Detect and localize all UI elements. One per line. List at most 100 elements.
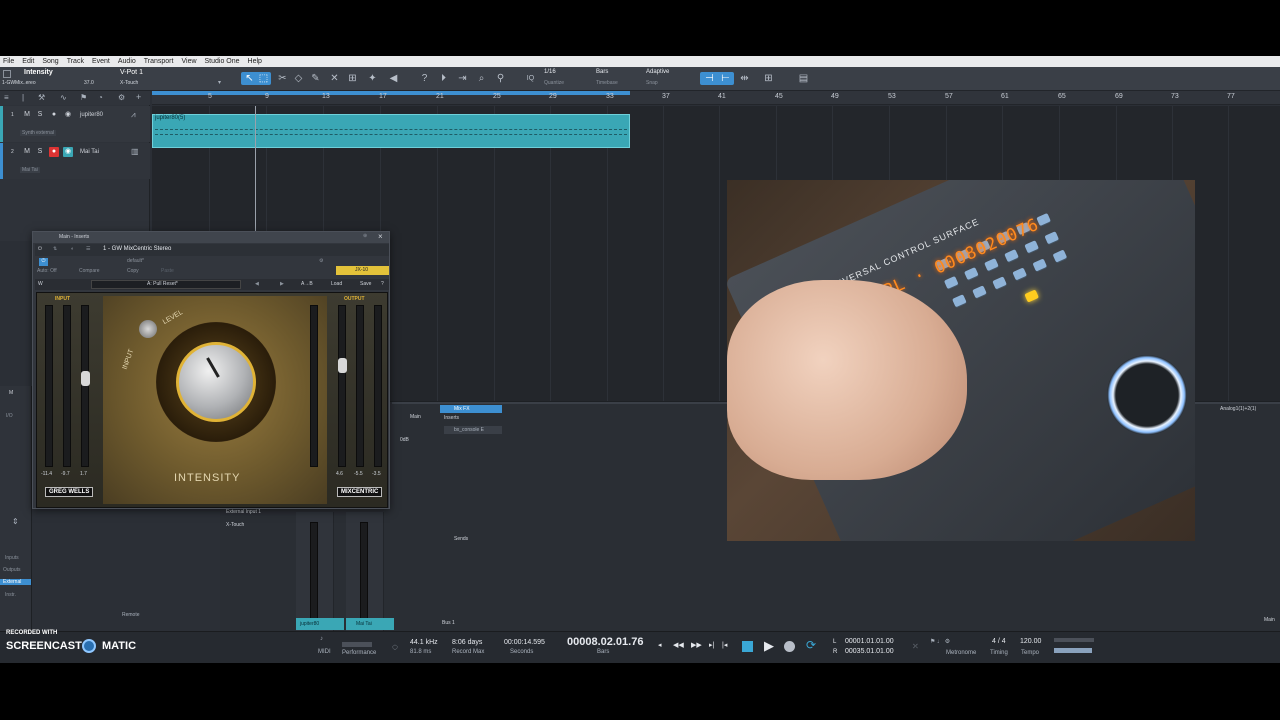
tempo-value[interactable]: 120.00 [1020,638,1041,645]
bend-tool-icon[interactable]: ⊞ [346,72,359,85]
pin-icon[interactable]: ⊕ [363,233,367,239]
gear-icon[interactable]: ⚙ [319,258,323,264]
track-name[interactable]: Mai Tai [80,149,99,155]
menu-audio[interactable]: Audio [118,58,136,65]
list-icon[interactable]: ☰ [86,246,90,252]
remote-button[interactable]: Remote [122,612,140,618]
route-icon[interactable]: ⇅ [53,246,57,252]
monitor-button[interactable]: ◉ [63,110,73,120]
sidebar-item-inputs[interactable]: Inputs [5,555,19,561]
chevron-down-icon[interactable]: ▾ [218,79,221,86]
zoom-icon[interactable]: ⌕ [475,72,488,85]
menu-studio-one[interactable]: Studio One [205,58,240,65]
menu-file[interactable]: File [3,58,14,65]
loop-end[interactable]: 00035.01.01.00 [845,648,894,655]
volume-slider[interactable] [1054,648,1092,653]
automation-mode[interactable]: Auto: Off [37,268,57,274]
track-name[interactable]: jupiter80 [80,112,103,118]
grid-icon[interactable]: ⊞ [762,72,775,85]
load-button[interactable]: Load [331,281,342,287]
add-track-icon[interactable]: + [136,92,141,102]
flag-icon[interactable]: ⚑ [80,93,87,102]
timebase-value[interactable]: Bars [596,69,608,75]
insert-name[interactable]: 1 - GW MixCentric Stereo [103,246,171,252]
loop-right-icon[interactable]: ⊢ [719,72,732,85]
gear-icon[interactable]: ⚙ [118,93,125,102]
quantize-value[interactable]: 1/16 [544,69,556,75]
timeline-ruler[interactable]: 5 9 13 17 21 25 29 33 37 41 45 49 53 57 … [152,91,1280,105]
sidebar-item-instruments[interactable]: Instr. [5,592,16,598]
pencil-tool-icon[interactable]: ✎ [309,72,322,85]
fast-forward-icon[interactable]: ▶▶ [691,641,702,649]
mute-button[interactable]: M [22,110,32,120]
prev-preset-icon[interactable]: ◀ [255,281,259,287]
paste-button[interactable]: Paste [161,268,174,274]
next-preset-icon[interactable]: ▶ [280,281,284,287]
stop-button[interactable] [742,641,753,652]
clock-icon[interactable]: ◔ [98,93,103,102]
menu-view[interactable]: View [181,58,196,65]
rewind-icon[interactable]: ◀◀ [673,641,684,649]
channel-name-plate[interactable]: Mai Tai [346,618,394,630]
channel-name-plate[interactable]: jupiter80 [296,618,344,630]
rewind-start-icon[interactable]: ◂ [658,641,662,649]
help-icon[interactable]: ? [418,72,431,85]
position-display[interactable]: 00008.02.01.76 [567,636,643,648]
precount-icon[interactable]: ⤫ [913,644,918,651]
mixfx-tab[interactable]: Mix FX [440,405,502,413]
close-icon[interactable]: × [378,232,383,241]
help-button[interactable]: ? [381,281,384,287]
sidebar-item-outputs[interactable]: Outputs [3,567,21,573]
plugin-titlebar[interactable]: Main - Inserts ⊕ × [33,232,389,243]
cursor-bar-icon[interactable]: | [22,93,24,102]
level-knob[interactable] [139,320,157,338]
playhead[interactable] [255,106,256,236]
layout-icon[interactable]: ▤ [797,72,810,85]
loop-left-icon[interactable]: ⊣ [703,72,716,85]
expand-icon[interactable]: ⇕ [12,517,19,526]
input-fader[interactable] [81,371,90,386]
listen-tool-icon[interactable]: ✦ [366,72,379,85]
output-fader[interactable] [338,358,347,373]
mic-icon[interactable]: ⚲ [494,72,507,85]
track-row[interactable]: 2 M S ● ◉ Mai Tai ▥ Mai Tai [0,143,150,179]
record-arm-button[interactable]: ● [49,147,59,157]
metronome-icon[interactable]: ⚑ ♩ ⚙ [930,638,950,645]
play-button[interactable]: ▶ [764,638,774,654]
sidebar-item-external[interactable]: External [0,579,31,585]
track-row[interactable]: 1 M S ● ◉ jupiter80 ⩘ Synth external [0,106,150,142]
snap-value[interactable]: Adaptive [646,69,669,75]
intensity-knob[interactable] [176,342,256,422]
monitor-button[interactable]: ◉ [63,147,73,157]
iq-icon[interactable]: IQ [524,72,537,85]
menu-help[interactable]: Help [248,58,262,65]
audio-clip[interactable]: jupiter80(5) [152,114,630,148]
arrow-tool-icon[interactable]: ↖ [243,72,256,85]
eraser-tool-icon[interactable]: ◇ [292,72,305,85]
record-arm-button[interactable]: ● [49,110,59,120]
skip-start-icon[interactable]: |◂ [722,641,727,649]
menu-edit[interactable]: Edit [22,58,34,65]
compare-button[interactable]: Compare [79,268,100,274]
menu-event[interactable]: Event [92,58,110,65]
preset-name[interactable]: default* [127,258,144,264]
range-tool-icon[interactable]: ⬚ [257,72,270,85]
mute-button[interactable]: M [22,147,32,157]
solo-button[interactable]: S [35,110,45,120]
wrench-icon[interactable]: ⚒ [38,93,45,102]
automation-icon[interactable]: ∿ [60,93,67,102]
track-input[interactable]: Mai Tai [20,167,40,173]
skip-end-icon[interactable]: ▸| [709,641,714,649]
speaker-icon[interactable]: ◀ [387,72,400,85]
seconds-value[interactable]: 00:00:14.595 [504,639,545,646]
loop-button[interactable]: ⟳ [806,638,816,652]
copy-button[interactable]: Copy [127,268,139,274]
split-tool-icon[interactable]: ✂ [276,72,289,85]
loop-range[interactable] [152,91,630,95]
bypass-icon[interactable]: ◐ [71,246,74,252]
menu-song[interactable]: Song [42,58,58,65]
mute-tool-icon[interactable]: ✕ [328,72,341,85]
menu-lines-icon[interactable]: ≡ [4,93,9,102]
skip-icon[interactable]: ⇥ [456,72,469,85]
cursor-follow-icon[interactable]: ⇹ [738,72,751,85]
